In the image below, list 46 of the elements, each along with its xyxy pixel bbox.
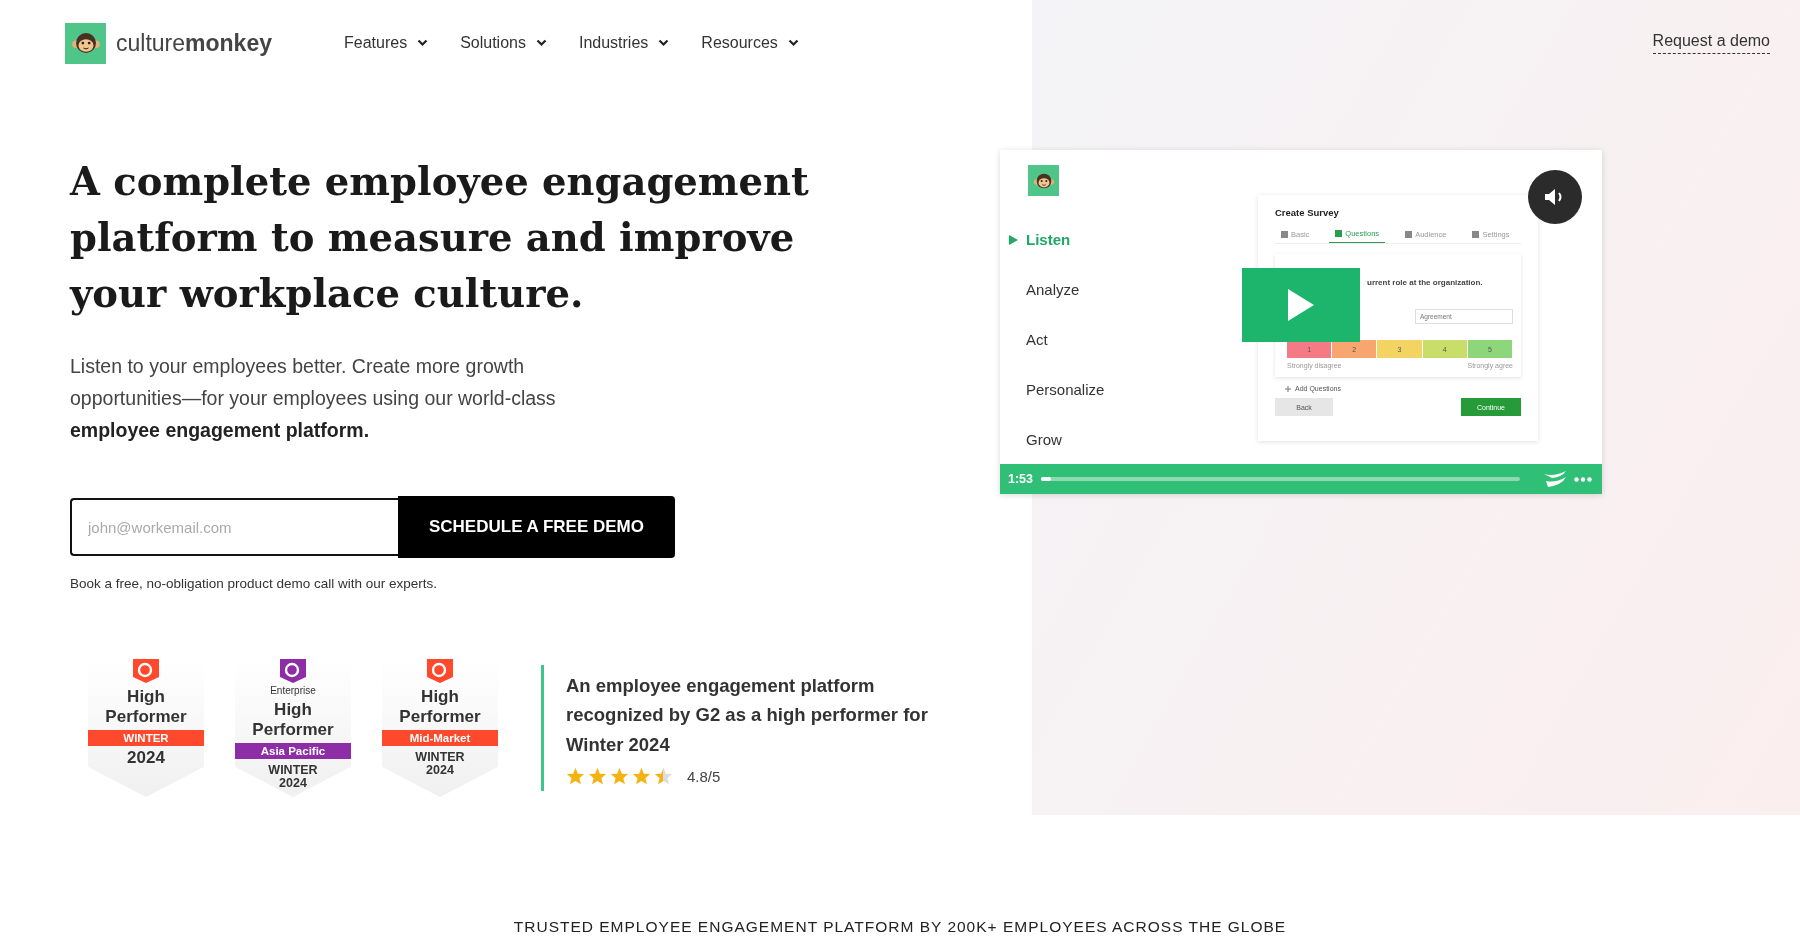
star-icon xyxy=(610,767,629,786)
more-options-icon[interactable] xyxy=(1574,476,1592,482)
recognition-text: An employee engagement platform recognized by G2 as a high performer for Winter 2024 xyxy=(566,673,929,757)
badge-title: High Performer xyxy=(251,700,335,740)
plus-icon xyxy=(1285,385,1291,392)
video-menu-item[interactable]: Grow xyxy=(1008,414,1062,464)
trusted-banner-text: TRUSTED EMPLOYEE ENGAGEMENT PLATFORM BY 200K+ EMPLOYEES ACROSS THE GLOBE xyxy=(512,918,1288,936)
star-icon xyxy=(632,767,651,786)
badge-season: 2024 xyxy=(127,751,165,764)
schedule-demo-button[interactable]: SCHEDULE A FREE DEMO xyxy=(398,496,675,558)
progress-track[interactable] xyxy=(1041,477,1520,481)
star-icon xyxy=(588,767,607,786)
video-menu-item[interactable]: Analyze xyxy=(1008,264,1080,314)
badge-title: High Performer xyxy=(104,687,188,727)
nav-menu-item[interactable]: Features xyxy=(344,34,429,52)
badge-season: WINTER 2024 xyxy=(268,764,318,790)
chevron-down-icon xyxy=(535,39,547,47)
nav-menu-item[interactable]: Solutions xyxy=(460,34,547,52)
hero-heading: A complete employee engagement platform to measure and improve your workplace culture. xyxy=(70,158,810,318)
video-menu-item[interactable]: Personalize xyxy=(1008,364,1105,414)
demo-note: Book a free, no-obligation product demo call with our experts. xyxy=(70,576,438,591)
progress-fill[interactable] xyxy=(1041,477,1051,481)
nav-menu-item[interactable]: Industries xyxy=(578,34,670,52)
nav-menu-item[interactable]: Resources xyxy=(701,34,799,52)
star-icon xyxy=(654,767,673,786)
play-button[interactable] xyxy=(1242,268,1360,342)
hero-description: Listen to your employees better. Create more growth opportunities—for your employees using our world-class employee engagement platform. xyxy=(70,354,557,443)
email-input-field[interactable]: john@workemail.com xyxy=(70,498,398,556)
chevron-down-icon xyxy=(658,39,670,47)
star-icon xyxy=(566,767,585,786)
video-time: 1:53 xyxy=(1008,472,1034,486)
badge-season: WINTER 2024 xyxy=(415,751,465,777)
play-icon xyxy=(1288,289,1314,321)
brand-logo[interactable] xyxy=(65,22,106,64)
question-text: urrent role at the organization. xyxy=(1366,278,1484,287)
chevron-down-icon xyxy=(787,39,799,47)
rating-score: 4.8/5 xyxy=(687,767,721,785)
video-menu-item[interactable]: Act xyxy=(1008,314,1048,364)
badge-label: Enterprise xyxy=(270,685,316,696)
chevron-down-icon xyxy=(417,39,429,47)
survey-title: Create Survey xyxy=(1275,207,1340,218)
volume-button[interactable] xyxy=(1528,170,1582,224)
brand-name[interactable]: culturemonkey xyxy=(116,29,272,57)
request-demo-link[interactable]: Request a demo xyxy=(1652,32,1770,54)
badge-title: High Performer xyxy=(398,687,482,727)
play-triangle-icon xyxy=(1008,234,1018,245)
